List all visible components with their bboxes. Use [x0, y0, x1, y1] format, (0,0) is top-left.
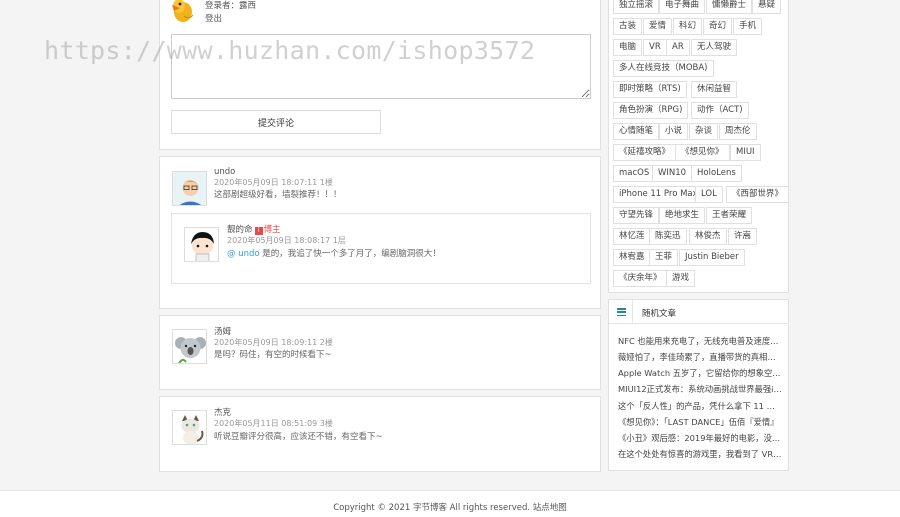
- comment-author: undo: [214, 167, 236, 177]
- submit-comment-button[interactable]: 提交评论: [171, 110, 381, 134]
- tag-link[interactable]: 《西部世界》: [726, 186, 790, 203]
- tag-link[interactable]: 独立摇滚: [613, 0, 660, 14]
- comment-author: 杰克: [214, 408, 232, 418]
- tag-link[interactable]: 手机: [733, 18, 763, 35]
- random-article-link[interactable]: 《小丑》观后感：2019年最好的电影，没有之一: [618, 432, 782, 444]
- random-articles-panel: 随机文章 NFC 也能用来充电了，无线充电普及速度会更快吗？ 薇娅怕了，李佳琦累…: [608, 299, 789, 471]
- footer: Copyright © 2021 字节博客 All rights reserve…: [0, 490, 900, 517]
- reply-text: @ undo 是的，我追了快一个多了月了，编剧脑洞很大！: [227, 249, 441, 259]
- tag-link[interactable]: 无人驾驶: [691, 39, 738, 56]
- footer-copyright: Copyright © 2021 字节博客 All rights reserve…: [333, 503, 567, 513]
- comment-text: 是吗？码住，有空的时候看下~: [214, 350, 332, 360]
- tag-cloud: 独立摇滚 电子舞曲 慵懒爵士 悬疑 古装 爱情 科幻 奇幻 手机 电脑 VR A…: [608, 0, 790, 293]
- tag-link[interactable]: VR: [643, 39, 667, 56]
- mention-link[interactable]: @ undo: [227, 249, 260, 259]
- tag-link[interactable]: 守望先锋: [613, 207, 660, 224]
- tag-link[interactable]: 林宥嘉: [613, 249, 651, 266]
- tag-link[interactable]: 角色扮演（RPG): [613, 102, 689, 119]
- koala-avatar-icon: [173, 330, 206, 363]
- user-avatar-icon: [172, 0, 194, 22]
- reply-meta: 2020年05月09日 18:08:17 1层: [227, 236, 346, 245]
- tag-link[interactable]: 心情随笔: [613, 123, 660, 140]
- tag-link[interactable]: 多人在线竞技（MOBA): [613, 60, 714, 77]
- comment-meta: 2020年05月09日 18:07:11 1楼: [214, 178, 333, 187]
- comment-textarea[interactable]: [171, 34, 591, 99]
- comment-author: 汤姆: [214, 327, 232, 337]
- boy-avatar-icon: [173, 172, 206, 205]
- menu-icon: [617, 308, 626, 317]
- reply-author: 靓的命 i 博主: [227, 225, 281, 235]
- random-article-link[interactable]: 薇娅怕了，李佳琦累了，直播带货的真相是什么: [618, 351, 782, 363]
- tag-link[interactable]: AR: [666, 39, 690, 56]
- tag-link[interactable]: 动作（ACT): [691, 102, 749, 119]
- tag-link[interactable]: 杂谈: [689, 123, 719, 140]
- tag-link[interactable]: 电脑: [613, 39, 643, 56]
- panel-title: 随机文章: [642, 309, 677, 319]
- admin-badge-icon: i: [254, 227, 263, 235]
- random-article-link[interactable]: Apple Watch 五岁了，它留给你的想象空间还有多少: [618, 367, 782, 379]
- tag-link[interactable]: HoloLens: [691, 165, 742, 182]
- tag-link[interactable]: 《想见你》: [675, 144, 730, 161]
- comment-item: 杰克 2020年05月11日 08:51:09 3楼 听说豆瓣评分很高，应该还不…: [159, 396, 601, 472]
- admin-label: 博主: [263, 225, 281, 235]
- tag-link[interactable]: 《庆余年》: [613, 270, 668, 287]
- tag-link[interactable]: 许嵩: [728, 228, 758, 245]
- tag-link[interactable]: 王菲: [649, 249, 679, 266]
- tag-link[interactable]: 爱情: [643, 18, 673, 35]
- cat-avatar-icon: [173, 411, 206, 444]
- tag-link[interactable]: 休闲益智: [691, 81, 738, 98]
- comment-text: 听说豆瓣评分很高，应该还不错，有空看下~: [214, 432, 383, 442]
- logout-link[interactable]: 登出: [205, 13, 256, 26]
- tag-link[interactable]: 《延禧攻略》: [613, 144, 677, 161]
- panel-header: 随机文章: [609, 300, 788, 324]
- tag-link[interactable]: 周杰伦: [719, 123, 757, 140]
- tag-link[interactable]: 王者荣耀: [706, 207, 753, 224]
- tag-link[interactable]: 林忆莲: [613, 228, 651, 245]
- avatar: [172, 171, 207, 206]
- login-user-label: 登录者：露西: [205, 1, 257, 11]
- comment-meta: 2020年05月11日 08:51:09 3楼: [214, 419, 333, 428]
- tag-link[interactable]: 绝地求生: [659, 207, 706, 224]
- tag-link[interactable]: WIN10: [652, 165, 693, 182]
- tag-link[interactable]: 奇幻: [703, 18, 733, 35]
- random-article-link[interactable]: 《想见你》：「LAST DANCE」伍佰『爱情』: [618, 416, 782, 428]
- tag-link[interactable]: 古装: [613, 18, 643, 35]
- sitemap-link[interactable]: 站点地图: [533, 503, 567, 513]
- avatar: [172, 410, 207, 445]
- comment-item: undo 2020年05月09日 18:07:11 1楼 这部剧超级好看，墙裂推…: [159, 156, 601, 309]
- avatar: [184, 227, 219, 262]
- tag-link[interactable]: 科幻: [673, 18, 703, 35]
- tag-link[interactable]: 电子舞曲: [659, 0, 706, 14]
- cartoon-avatar-icon: [185, 228, 218, 261]
- random-article-link[interactable]: NFC 也能用来充电了，无线充电普及速度会更快吗？: [618, 335, 782, 347]
- tag-link[interactable]: 林俊杰: [689, 228, 727, 245]
- random-article-link[interactable]: MIUI12正式发布：系统动画挑战世界最强iOS: [618, 383, 782, 395]
- tag-link[interactable]: macOS: [613, 165, 656, 182]
- tag-link[interactable]: MIUI: [730, 144, 761, 161]
- tag-link[interactable]: 小说: [659, 123, 689, 140]
- tag-link[interactable]: iPhone 11 Pro Max: [613, 186, 704, 203]
- tag-link[interactable]: 慵懒爵士: [706, 0, 753, 14]
- random-article-link[interactable]: 这个「反人性」的产品，凭什么拿下 11 亿用户: [618, 400, 782, 412]
- comment-form: 登录者：露西 登出 提交评论: [159, 0, 601, 150]
- tag-link[interactable]: 陈奕迅: [649, 228, 687, 245]
- tag-link[interactable]: Justin Bieber: [679, 249, 745, 266]
- tag-link[interactable]: 游戏: [666, 270, 696, 287]
- reply-item: 靓的命 i 博主 2020年05月09日 18:08:17 1层 @ undo 是的…: [171, 213, 591, 284]
- random-article-link[interactable]: 在这个处处有惊喜的游戏里，我看到了 VR 的未来: [618, 448, 782, 460]
- avatar: [172, 329, 207, 364]
- comment-item: 汤姆 2020年05月09日 18:09:11 2楼 是吗？码住，有空的时候看下…: [159, 315, 601, 390]
- comment-meta: 2020年05月09日 18:09:11 2楼: [214, 338, 333, 347]
- tag-link[interactable]: 悬疑: [752, 0, 782, 14]
- tag-link[interactable]: 即时策略（RTS): [613, 81, 687, 98]
- tag-link[interactable]: LOL: [695, 186, 723, 203]
- comment-text: 这部剧超级好看，墙裂推荐！！！: [214, 190, 342, 200]
